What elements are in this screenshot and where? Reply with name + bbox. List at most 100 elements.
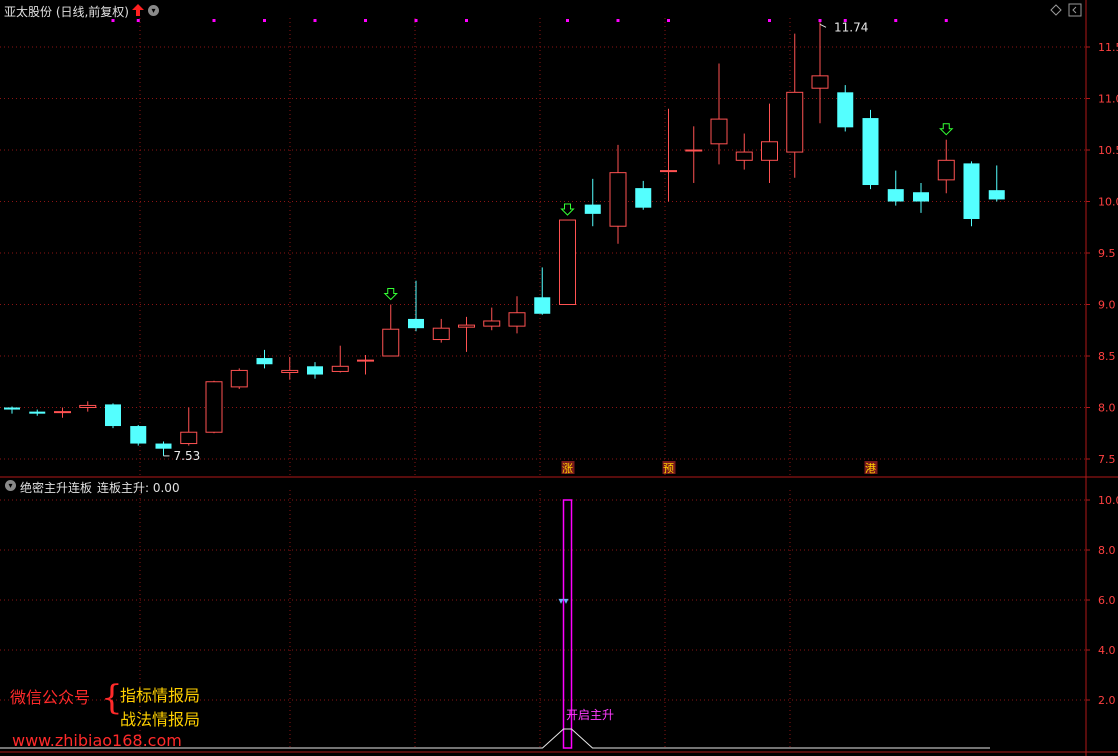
candle bbox=[230, 368, 248, 389]
candle bbox=[432, 318, 450, 343]
candle-body bbox=[155, 443, 172, 449]
candle-body bbox=[963, 163, 980, 220]
candle bbox=[761, 103, 778, 183]
candle bbox=[79, 401, 97, 412]
price-tick-label: 11.5 bbox=[1098, 41, 1118, 54]
candle-body bbox=[458, 324, 475, 328]
stock-title[interactable]: 亚太股份 (日线,前复权) bbox=[4, 3, 129, 20]
chevron-down-icon[interactable]: ▾ bbox=[148, 5, 159, 16]
red-up-arrow-icon[interactable] bbox=[132, 4, 144, 16]
candle-body bbox=[307, 366, 323, 375]
candle bbox=[180, 407, 198, 446]
signal-marker-text: 预 bbox=[663, 462, 674, 475]
candle-body bbox=[331, 365, 349, 372]
chart-annotations: 11.74 7.53 涨 预 港 bbox=[163, 20, 954, 475]
candle-body bbox=[710, 118, 728, 145]
green-down-arrow-icon bbox=[939, 123, 954, 136]
candle-body bbox=[988, 190, 1005, 200]
candle bbox=[862, 109, 879, 190]
candle-body bbox=[230, 369, 248, 388]
small-blue-mark: ▾▾ bbox=[558, 596, 568, 607]
candle bbox=[635, 180, 652, 210]
candle-body bbox=[584, 204, 601, 214]
candle bbox=[458, 316, 475, 352]
low-price-label: 7.53 bbox=[174, 449, 201, 463]
candle-body bbox=[862, 118, 879, 186]
candle-body bbox=[205, 381, 223, 433]
candle-body bbox=[685, 149, 703, 152]
indicator-tick-label: 4.0 bbox=[1098, 644, 1116, 657]
signal-marker-text: 涨 bbox=[562, 462, 573, 475]
candle bbox=[256, 349, 273, 369]
candle bbox=[155, 441, 172, 456]
top-dot-markers bbox=[111, 19, 948, 22]
dot-marker bbox=[263, 19, 266, 22]
candle-body bbox=[735, 151, 753, 161]
candle-body bbox=[29, 411, 46, 414]
high-price-label: 11.74 bbox=[834, 20, 868, 34]
signal-label: 开启主升 bbox=[566, 708, 615, 722]
candle bbox=[307, 362, 323, 379]
indicator-tick-label: 6.0 bbox=[1098, 594, 1116, 607]
candle-body bbox=[811, 75, 829, 89]
dot-marker bbox=[768, 19, 771, 22]
diamond-icon[interactable] bbox=[1050, 4, 1062, 16]
indicator-title[interactable]: 绝密主升连板 bbox=[20, 479, 92, 496]
candle bbox=[408, 280, 424, 332]
price-tick-label: 7.5 bbox=[1098, 453, 1116, 466]
high-pointer bbox=[819, 23, 827, 28]
candle bbox=[483, 307, 501, 331]
candle bbox=[609, 144, 627, 244]
candle-body bbox=[609, 172, 627, 227]
price-tick-label: 9.5 bbox=[1098, 247, 1116, 260]
candle-body bbox=[937, 159, 955, 181]
candle bbox=[963, 161, 980, 227]
candle-body bbox=[357, 359, 374, 362]
candle bbox=[584, 178, 601, 227]
dot-marker bbox=[894, 19, 898, 22]
price-tick-label: 10.5 bbox=[1098, 144, 1118, 157]
candle bbox=[937, 139, 955, 194]
dot-marker bbox=[212, 19, 216, 22]
watermark-account-2: 战法情报局 bbox=[120, 710, 201, 729]
candle bbox=[786, 33, 804, 178]
candle-body bbox=[130, 426, 147, 444]
dot-marker bbox=[818, 19, 822, 22]
candle bbox=[205, 380, 223, 434]
dot-marker bbox=[667, 19, 670, 22]
candle bbox=[988, 165, 1005, 202]
candle-body bbox=[635, 188, 652, 208]
indicator-tick-label: 8.0 bbox=[1098, 544, 1116, 557]
indicator-menu-icon[interactable]: ▾ bbox=[5, 480, 16, 491]
dot-marker bbox=[566, 19, 569, 22]
candle-body bbox=[508, 312, 526, 327]
dot-marker bbox=[364, 19, 367, 22]
candle-body bbox=[483, 320, 501, 327]
dot-marker bbox=[465, 19, 468, 22]
green-down-arrow-icon bbox=[560, 203, 575, 216]
candle bbox=[357, 354, 374, 375]
candle-body bbox=[534, 297, 551, 314]
dot-marker bbox=[944, 19, 948, 22]
price-tick-label: 8.0 bbox=[1098, 402, 1116, 415]
candle-body bbox=[408, 318, 424, 329]
candle-body bbox=[786, 91, 804, 153]
candle-body bbox=[913, 192, 929, 202]
candle-body bbox=[660, 170, 677, 173]
chart-stage: 11.747.53涨预港 ▾▾ 11.511.010.510.09.59.08.… bbox=[0, 0, 1118, 756]
candle bbox=[685, 126, 703, 183]
watermark-account-1: 指标情报局 bbox=[120, 686, 201, 705]
price-tick-label: 11.0 bbox=[1098, 93, 1118, 106]
candle-body bbox=[559, 219, 576, 305]
watermark-wechat-label: 微信公众号 bbox=[10, 688, 91, 707]
candlestick-series[interactable] bbox=[4, 22, 1005, 456]
panel-toggle-icon[interactable] bbox=[1068, 3, 1082, 17]
candle bbox=[559, 219, 576, 305]
dot-marker bbox=[313, 19, 317, 22]
candle bbox=[4, 406, 20, 414]
candle-body bbox=[432, 327, 450, 341]
candle bbox=[382, 304, 400, 357]
candle-body bbox=[382, 328, 400, 357]
candle bbox=[331, 345, 349, 373]
candle-body bbox=[105, 404, 121, 427]
